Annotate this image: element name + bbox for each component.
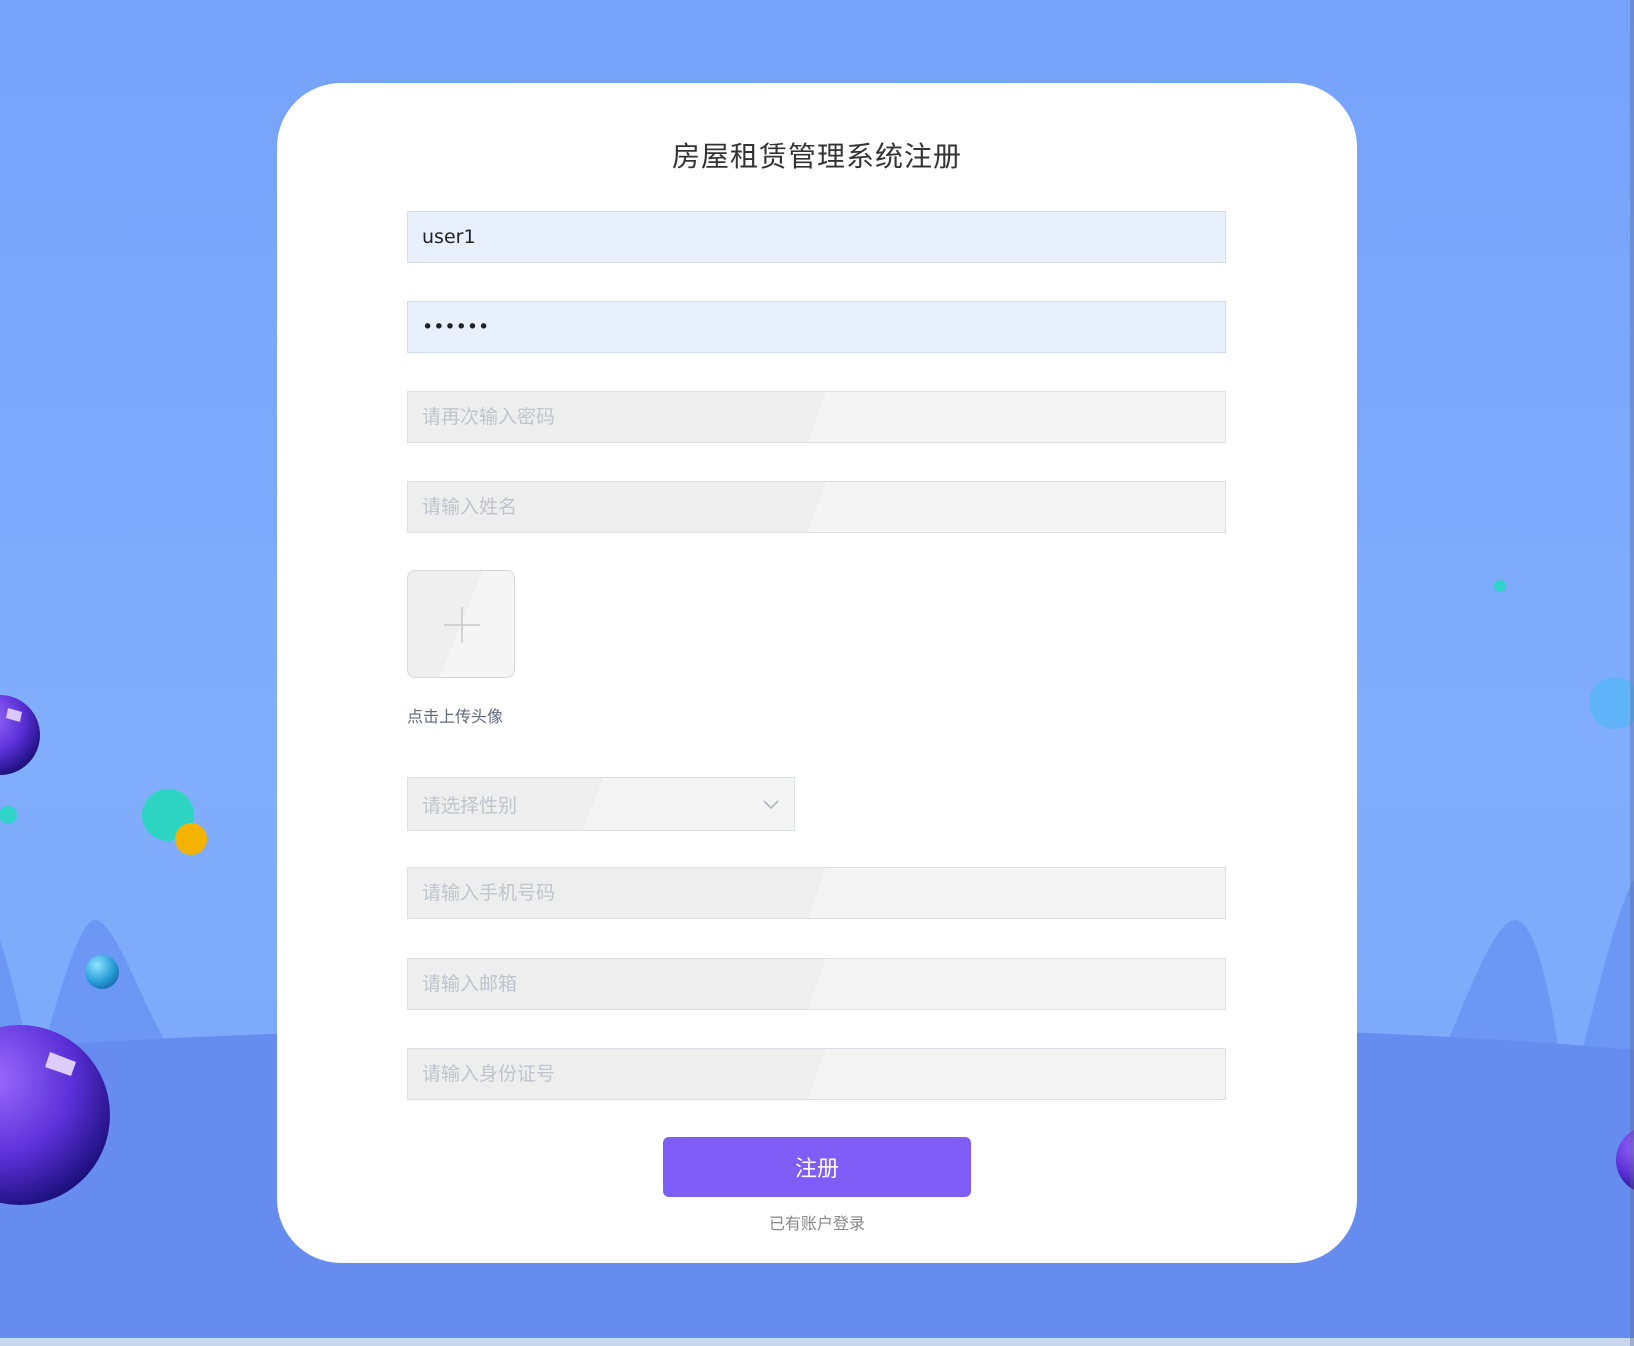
password-input[interactable] xyxy=(408,302,1225,352)
register-button[interactable]: 注册 xyxy=(663,1137,971,1197)
name-input[interactable] xyxy=(408,482,1225,532)
email-field[interactable] xyxy=(407,958,1226,1010)
bottom-strip xyxy=(0,1338,1634,1346)
id-card-field[interactable] xyxy=(407,1048,1226,1100)
phone-input[interactable] xyxy=(408,868,1225,918)
confirm-password-input[interactable] xyxy=(408,392,1225,442)
id-card-input[interactable] xyxy=(408,1049,1225,1099)
email-input[interactable] xyxy=(408,959,1225,1009)
username-field[interactable] xyxy=(407,211,1226,263)
gender-select[interactable]: 请选择性别 xyxy=(407,777,795,831)
register-card: 房屋租赁管理系统注册 点击上传头像 请选择性别 注册 已有账户登录 xyxy=(277,83,1357,1263)
username-input[interactable] xyxy=(408,212,1225,262)
avatar-upload-tip: 点击上传头像 xyxy=(407,707,504,726)
password-field[interactable] xyxy=(407,301,1226,353)
name-field[interactable] xyxy=(407,481,1226,533)
gender-select-placeholder: 请选择性别 xyxy=(422,795,518,817)
confirm-password-field[interactable] xyxy=(407,391,1226,443)
window-edge xyxy=(1630,0,1634,1346)
login-link[interactable]: 已有账户登录 xyxy=(277,1210,1357,1234)
page-title: 房屋租赁管理系统注册 xyxy=(671,140,962,173)
phone-field[interactable] xyxy=(407,867,1226,919)
plus-icon xyxy=(444,607,480,643)
avatar-upload-button[interactable] xyxy=(407,570,515,678)
chevron-down-icon xyxy=(763,800,779,810)
